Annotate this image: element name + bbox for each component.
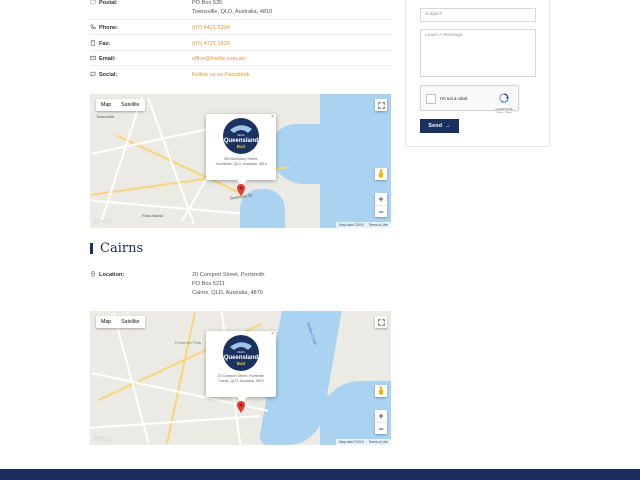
map-type-control: Map Satellite (96, 316, 145, 328)
zoom-in-button[interactable]: + (375, 193, 387, 205)
close-icon[interactable]: × (271, 114, 274, 120)
street-view-button[interactable] (375, 385, 387, 397)
divider (90, 50, 391, 51)
info-address: 553 Boundary Street, Townsville, QLD, Au… (206, 157, 276, 167)
map-info-window: × North Queensland Bait 20 Comport Stree… (206, 331, 276, 403)
townsville-map[interactable]: Townsville Ross Island Boundary St Map S… (90, 94, 391, 228)
phone-row: Phone: (07) 4421 5304 (90, 23, 230, 33)
location-row-3: Cairns, QLD, Australia, 4870 (90, 288, 263, 298)
map-view-button[interactable]: Map (96, 316, 116, 328)
info-address: 20 Comport Street, Portsmith Cairns, QLD… (206, 374, 276, 384)
pegman-icon (378, 165, 384, 183)
zoom-in-button[interactable]: + (375, 410, 387, 422)
close-icon[interactable]: × (271, 331, 274, 337)
chat-icon (90, 71, 96, 79)
social-label: Social: (99, 72, 118, 78)
map-type-control: Map Satellite (96, 99, 145, 111)
terms-link[interactable]: Terms of Use (369, 440, 388, 444)
recaptcha-privacy[interactable]: Privacy - Terms (493, 112, 515, 114)
info-address-line2: Cairns, QLD, Australia, 4870 (218, 379, 264, 383)
map-pin-icon[interactable] (237, 400, 245, 418)
phone-link[interactable]: (07) 4421 5304 (192, 25, 230, 31)
brand-logo: North Queensland Bait (221, 334, 261, 377)
map-attribution: Map data ©2019 Terms of Use (336, 439, 391, 445)
facebook-link[interactable]: Follow us on Facebook (192, 72, 250, 78)
cairns-title: Cairns (100, 241, 144, 256)
mailbox-icon (90, 0, 96, 7)
fullscreen-icon (377, 96, 385, 114)
map-data-text: Map data ©2019 (339, 440, 364, 444)
recaptcha-icon (499, 90, 509, 107)
fax-icon (90, 40, 96, 48)
location-pin-icon (90, 271, 96, 279)
recaptcha-label: I'm not a robot (440, 96, 468, 101)
map-view-button[interactable]: Map (96, 99, 116, 111)
postal-value-line2: Townsville, QLD, Australia, 4810 (192, 9, 273, 15)
heading-accent-bar (90, 243, 93, 254)
zoom-out-button[interactable]: − (375, 422, 387, 434)
logo-text-north: North (237, 350, 245, 354)
brand-logo: North Queensland Bait (221, 117, 261, 160)
map-area-label: Ross Island (142, 213, 163, 218)
fullscreen-button[interactable] (375, 316, 387, 328)
logo-text-north: North (237, 133, 245, 137)
info-address-line2: Townsville, QLD, Australia, 4810 (215, 162, 267, 166)
send-button[interactable]: Send → (420, 119, 459, 133)
divider (90, 34, 391, 35)
postal-row-2: Townsville, QLD, Australia, 4810 (90, 7, 272, 17)
divider (90, 65, 391, 66)
recaptcha-widget: I'm not a robot reCAPTCHA Privacy - Term… (420, 85, 519, 114)
contact-form: Subject* Leave A Message I'm not a robot… (405, 0, 550, 147)
zoom-out-button[interactable]: − (375, 205, 387, 217)
satellite-view-button[interactable]: Satellite (116, 99, 144, 111)
cairns-map[interactable]: Portsmith Park Smiths Creek Map Satellit… (90, 311, 391, 445)
postal-label: Postal: (99, 0, 118, 6)
map-attribution: Map data ©2019 Terms of Use (336, 222, 391, 228)
cairns-heading: Cairns (90, 241, 143, 256)
map-area-label: Portsmith Park (174, 340, 202, 345)
divider (90, 19, 391, 20)
location-line3: Cairns, QLD, Australia, 4870 (192, 290, 263, 296)
satellite-view-button[interactable]: Satellite (116, 316, 144, 328)
logo-text-bait: Bait (237, 361, 246, 366)
envelope-icon (90, 55, 96, 63)
map-area-label: Townsville (96, 114, 115, 119)
map-data-text: Map data ©2019 (339, 223, 364, 227)
phone-icon (90, 24, 96, 32)
zoom-control: + − (375, 410, 387, 434)
fax-label: Fax: (99, 41, 111, 47)
google-logo: Google (94, 219, 112, 225)
google-logo: Google (94, 436, 112, 442)
subject-input[interactable]: Subject* (420, 8, 536, 22)
recaptcha-checkbox[interactable] (426, 94, 436, 104)
terms-link[interactable]: Terms of Use (369, 223, 388, 227)
message-textarea[interactable]: Leave A Message (420, 29, 536, 77)
location-line1: 20 Comport Street, Portsmith (192, 272, 265, 278)
map-pin-icon[interactable] (237, 183, 245, 201)
phone-label: Phone: (99, 25, 118, 31)
email-row: Email: office@fredie.com.au (90, 54, 245, 64)
location-label: Location: (99, 272, 125, 278)
recaptcha-logo: reCAPTCHA Privacy - Terms (493, 90, 515, 114)
zoom-control: + − (375, 193, 387, 217)
pegman-icon (378, 382, 384, 400)
fax-row: Fax: (07) 4721 1520 (90, 39, 230, 49)
site-footer (0, 469, 640, 480)
email-link[interactable]: office@fredie.com.au (192, 56, 245, 62)
social-row: Social: Follow us on Facebook (90, 70, 250, 80)
street-view-button[interactable] (375, 168, 387, 180)
email-label: Email: (99, 56, 116, 62)
logo-text-bait: Bait (237, 144, 246, 149)
location-line2: PO Box 5211 (192, 281, 225, 287)
send-label: Send (428, 123, 443, 129)
fax-link[interactable]: (07) 4721 1520 (192, 41, 230, 47)
map-info-window: × North Queensland Bait 553 Boundary Str… (206, 114, 276, 186)
fullscreen-icon (377, 313, 385, 331)
postal-value-line1: PO Box 535 (192, 0, 223, 6)
arrow-right-icon: → (445, 123, 451, 129)
fullscreen-button[interactable] (375, 99, 387, 111)
